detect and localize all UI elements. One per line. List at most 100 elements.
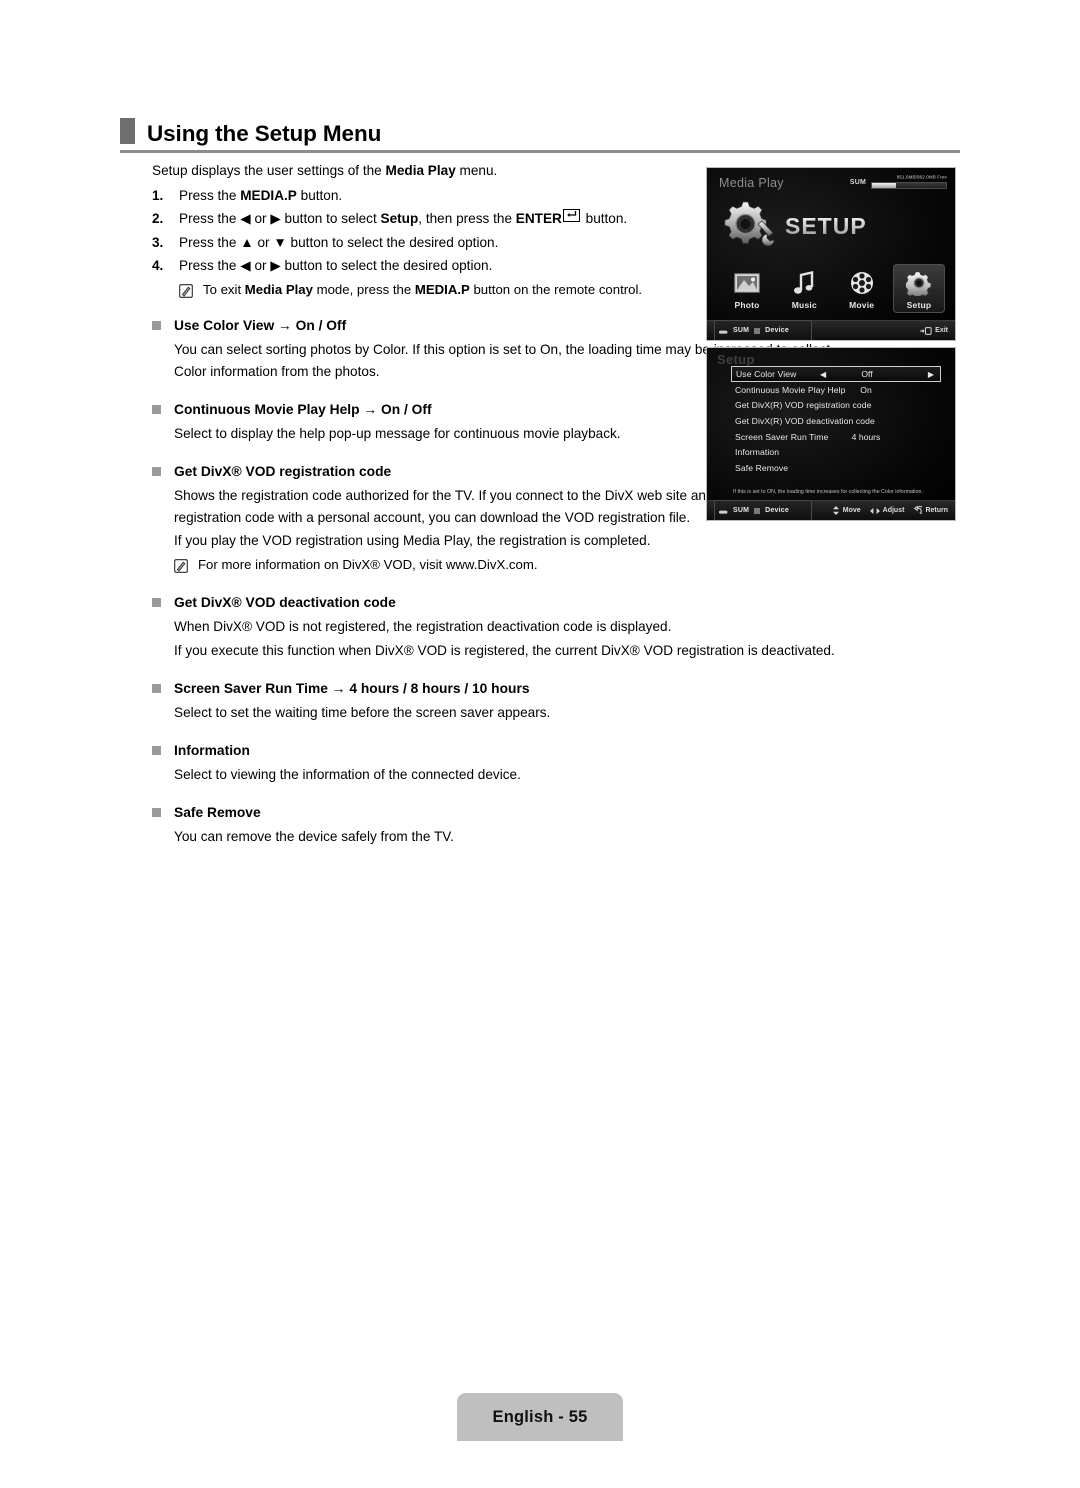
source-device-chip: SUM Device <box>714 319 812 340</box>
action-return: Return <box>913 506 948 515</box>
capacity-meter-fill <box>872 182 896 188</box>
bottom-source-label: SUM <box>733 327 750 334</box>
setup-row-right-arrow-icon[interactable]: ▶ <box>928 370 934 379</box>
media-play-item-label: Music <box>791 300 817 310</box>
setup-menu-row-value: 4 hours <box>851 431 881 442</box>
leftright-arrows-icon <box>869 507 880 515</box>
section-body: Select to set the waiting time before th… <box>174 702 852 724</box>
section-bullet-icon <box>152 404 161 414</box>
media-play-item-movie[interactable]: Movie <box>836 264 888 313</box>
section-information: Information Select to viewing the informa… <box>152 741 852 786</box>
setup-menu-row[interactable]: Use Color View ◀ ▶ Off <box>731 366 941 382</box>
section-paragraph: When DivX® VOD is not registered, the re… <box>174 619 672 635</box>
tv-screenshot-media-play: Media Play SUM 851.0MB/962.0MB Free SETU… <box>706 167 956 341</box>
section-get-divx-vod-deactivation-code: Get DivX® VOD deactivation code When DivX… <box>152 593 852 661</box>
action-exit: Exit <box>920 326 948 335</box>
media-play-category-icons: Photo Music Movie Setup <box>721 264 945 313</box>
note-pencil-icon <box>179 283 193 298</box>
intro-lead-2: menu. <box>455 163 498 178</box>
step-number: 3. <box>152 234 164 250</box>
media-play-item-music[interactable]: Music <box>778 264 830 313</box>
media-play-item-setup[interactable]: Setup <box>892 264 945 313</box>
setup-menu-row[interactable]: Screen Saver Run Time 4 hours <box>731 429 941 445</box>
section-bullet-icon <box>152 683 161 693</box>
setup-menu-row-label: Use Color View <box>736 369 797 379</box>
section-body: When DivX® VOD is not registered, the re… <box>174 616 852 661</box>
tv-screenshot-setup-menu: Setup Use Color View ◀ ▶ Off Continuous Movi… <box>706 347 956 521</box>
music-note-icon <box>778 268 830 298</box>
setup-actions: Move Adjust Return <box>832 506 948 515</box>
setup-menu-row-value: On <box>860 384 872 395</box>
header-row: Using the Setup Menu <box>120 118 960 145</box>
bottom-device-label: Device <box>765 327 789 334</box>
device-swatch-icon <box>754 327 761 334</box>
device-swatch-icon <box>754 507 761 514</box>
page-title: Using the Setup Menu <box>147 120 382 146</box>
setup-bottom-bar: SUM Device Move Adjust Return <box>707 499 955 520</box>
action-return-label: Return <box>925 507 948 514</box>
film-reel-icon <box>836 268 888 298</box>
setup-menu-row-label: Get DivX(R) VOD registration code <box>735 400 872 411</box>
media-play-bottom-bar: SUM Device Exit <box>707 319 955 340</box>
setup-source-device-chip: SUM Device <box>714 499 812 520</box>
setup-menu-row[interactable]: Get DivX(R) VOD registration code <box>731 398 941 414</box>
section-bullet-icon <box>152 467 161 476</box>
capacity-meter <box>871 181 947 189</box>
header-divider <box>120 150 960 153</box>
setup-menu-row[interactable]: Safe Remove <box>731 460 941 476</box>
section-bullet-icon <box>152 807 161 817</box>
section-bullet-icon <box>152 745 161 755</box>
section-note: For more information on DivX® VOD, visit… <box>174 554 852 576</box>
section-body: Select to viewing the information of the… <box>174 764 852 786</box>
note-pencil-icon <box>174 558 188 573</box>
page-header: Using the Setup Menu <box>120 118 960 153</box>
media-play-item-label: Setup <box>906 300 932 310</box>
setup-menu-row[interactable]: Get DivX(R) VOD deactivation code <box>731 413 941 429</box>
media-play-screen: Media Play SUM 851.0MB/962.0MB Free SETU… <box>707 168 955 340</box>
action-move: Move <box>832 506 861 515</box>
action-exit-label: Exit <box>935 327 948 334</box>
setup-menu-row[interactable]: Information <box>731 444 941 460</box>
setup-menu-row[interactable]: Continuous Movie Play Help On <box>731 382 941 398</box>
gear-icon <box>893 268 945 298</box>
section-bullet-icon <box>152 320 161 330</box>
media-play-item-label: Photo <box>734 300 760 310</box>
section-title: Use Color View → On / Off <box>174 317 347 333</box>
media-play-hero-label: SETUP <box>785 213 867 239</box>
section-paragraph: Select to viewing the information of the… <box>174 766 521 782</box>
intro-lead-1: Setup displays the user settings of the <box>152 163 386 178</box>
exit-icon <box>920 326 932 335</box>
action-move-label: Move <box>842 507 861 514</box>
section-safe-remove: Safe Remove You can remove the device saf… <box>152 803 852 848</box>
action-adjust-label: Adjust <box>882 507 905 514</box>
section-paragraph: If you execute this function when DivX® … <box>174 642 835 658</box>
usb-icon <box>719 322 728 340</box>
capacity-text: 851.0MB/962.0MB Free <box>896 174 947 180</box>
section-body: You can remove the device safely from th… <box>174 826 852 848</box>
setup-row-left-arrow-icon[interactable]: ◀ <box>820 370 826 379</box>
setup-menu-row-label: Screen Saver Run Time <box>735 431 829 442</box>
media-play-item-photo[interactable]: Photo <box>721 264 773 313</box>
photo-icon <box>721 268 773 298</box>
capacity-meter-wrap: 851.0MB/962.0MB Free <box>871 175 947 189</box>
section-title: Screen Saver Run Time → 4 hours / 8 hour… <box>174 680 530 696</box>
section-title: Get DivX® VOD deactivation code <box>174 595 396 611</box>
section-screen-saver-run-time: Screen Saver Run Time → 4 hours / 8 hour… <box>152 679 852 724</box>
setup-device-label: Device <box>765 507 789 514</box>
setup-menu-row-label: Continuous Movie Play Help <box>735 384 846 395</box>
section-paragraph: You can remove the device safely from th… <box>174 828 454 844</box>
step-number: 4. <box>152 258 164 274</box>
footer-page-label: English - 55 <box>492 1407 588 1426</box>
section-paragraph: If you play the VOD registration using M… <box>174 533 651 549</box>
gear-wrench-icon <box>721 198 777 255</box>
setup-menu-list: Use Color View ◀ ▶ Off Continuous Movie Play… <box>731 366 941 476</box>
updown-arrows-icon <box>832 506 840 515</box>
enter-key-icon <box>562 209 580 223</box>
usb-icon <box>719 502 728 520</box>
page-footer-tab: English - 55 <box>457 1393 623 1441</box>
section-title: Safe Remove <box>174 804 261 820</box>
media-play-actions: Exit <box>920 326 948 335</box>
section-paragraph: Select to set the waiting time before th… <box>174 704 551 720</box>
setup-help-text: If this is set to ON, the loading time i… <box>733 488 923 495</box>
section-title: Information <box>174 742 250 758</box>
